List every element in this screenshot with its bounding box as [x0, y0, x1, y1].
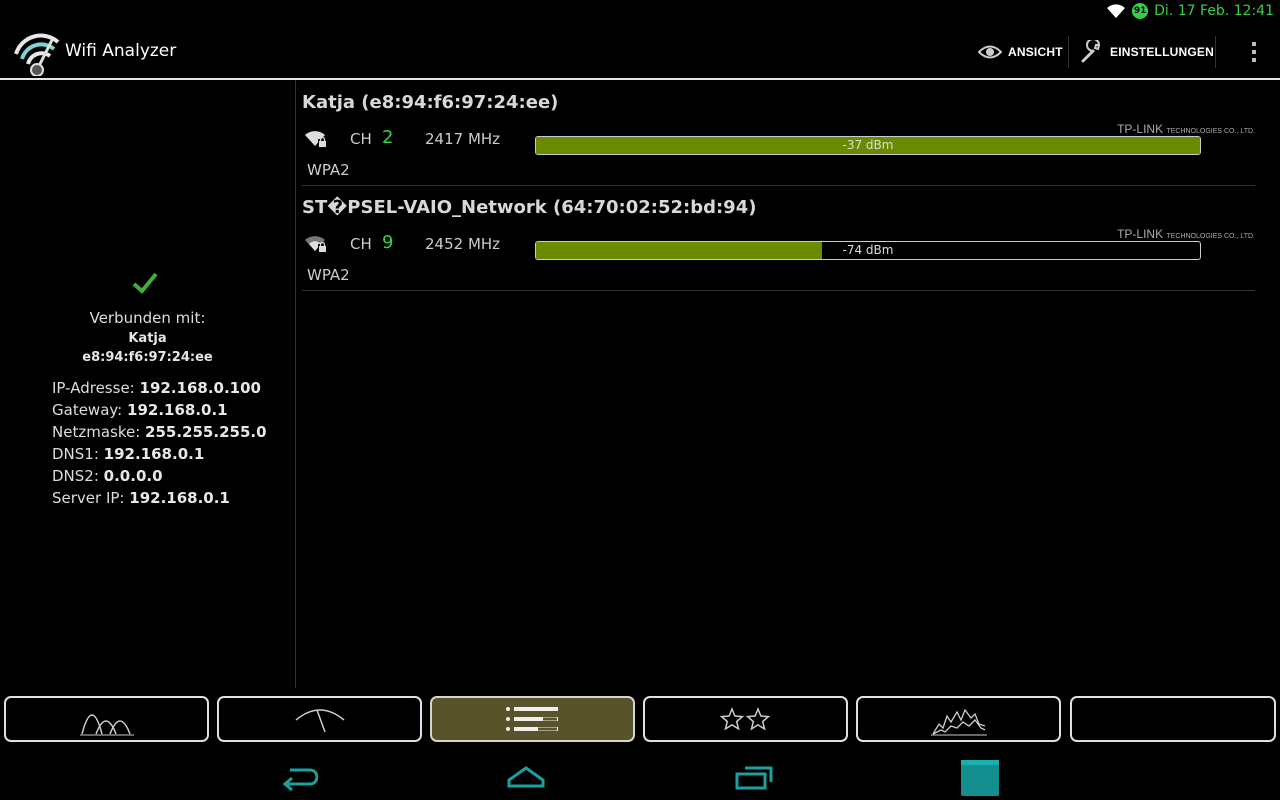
time-graph-icon — [930, 708, 987, 736]
network-title: ST�PSEL-VAIO_Network (64:70:02:52:bd:94) — [302, 197, 757, 218]
action-bar: Wifi Analyzer ANSICHT EINSTELLUNGEN — [0, 26, 1280, 80]
signal-strength-value: -37 dBm — [842, 138, 894, 152]
signal-strength-bar: -74 dBm — [535, 241, 1201, 260]
settings-label: EINSTELLUNGEN — [1110, 45, 1214, 59]
connected-label: Verbunden mit: — [89, 309, 206, 327]
signal-meter-icon — [295, 709, 344, 733]
tab-signal-meter[interactable] — [217, 696, 422, 742]
action-divider — [1215, 36, 1216, 68]
wifi-locked-icon — [305, 236, 327, 252]
dns1-row: DNS1: 192.168.0.1 — [52, 445, 205, 463]
connected-ssid: Katja — [128, 331, 167, 346]
app-title: Wifi Analyzer — [65, 41, 177, 61]
keyboard-switch-icon[interactable] — [960, 756, 1000, 796]
checkmark-icon — [132, 272, 158, 294]
network-title: Katja (e8:94:f6:97:24:ee) — [302, 92, 559, 113]
vendor-label: TP-LINK TECHNOLOGIES CO., LTD. — [1117, 122, 1255, 136]
server-ip-row: Server IP: 192.168.0.1 — [52, 489, 230, 507]
action-divider — [1068, 36, 1069, 68]
connection-info-panel: Verbunden mit: Katja e8:94:f6:97:24:ee I… — [0, 80, 296, 688]
overflow-menu-icon[interactable] — [1252, 42, 1258, 62]
back-icon[interactable] — [280, 762, 318, 792]
channel-rating-icon — [719, 707, 770, 731]
wifi-status-icon — [1107, 4, 1126, 18]
ip-address-row: IP-Adresse: 192.168.0.100 — [52, 379, 261, 397]
channel-value: 2 — [382, 127, 394, 148]
eye-icon — [978, 45, 1002, 59]
vendor-label: TP-LINK TECHNOLOGIES CO., LTD. — [1117, 227, 1255, 241]
tab-empty[interactable] — [1070, 696, 1276, 742]
security-type: WPA2 — [307, 266, 350, 284]
frequency: 2452 MHz — [425, 235, 501, 253]
status-clock: Di. 17 Feb. 12:41 — [1154, 3, 1274, 19]
channel-value: 9 — [382, 232, 394, 253]
channel-graph-icon — [79, 714, 134, 736]
view-tab-bar — [0, 694, 1280, 748]
gateway-row: Gateway: 192.168.0.1 — [52, 401, 228, 419]
channel-label: CH — [350, 130, 372, 148]
network-list-item[interactable]: Katja (e8:94:f6:97:24:ee) CH 2 2417 MHz … — [302, 81, 1255, 186]
dns2-row: DNS2: 0.0.0.0 — [52, 467, 163, 485]
signal-strength-bar: -37 dBm — [535, 136, 1201, 155]
network-list-item[interactable]: ST�PSEL-VAIO_Network (64:70:02:52:bd:94)… — [302, 186, 1255, 291]
view-label: ANSICHT — [1008, 45, 1063, 59]
home-icon[interactable] — [506, 762, 546, 792]
wrench-icon — [1081, 40, 1101, 63]
tab-time-graph[interactable] — [856, 696, 1061, 742]
tab-channel-rating[interactable] — [643, 696, 848, 742]
connected-bssid: e8:94:f6:97:24:ee — [82, 350, 213, 365]
frequency: 2417 MHz — [425, 130, 501, 148]
wifi-locked-icon — [305, 131, 327, 147]
signal-strength-value: -74 dBm — [842, 243, 894, 257]
tab-channel-graph[interactable] — [4, 696, 209, 742]
system-nav-bar — [0, 752, 1280, 800]
tab-ap-list[interactable] — [430, 696, 635, 742]
channel-label: CH — [350, 235, 372, 253]
wifi-analyzer-logo-icon — [14, 33, 60, 76]
ap-list-icon — [505, 707, 558, 731]
netmask-row: Netzmaske: 255.255.255.0 — [52, 423, 267, 441]
security-type: WPA2 — [307, 161, 350, 179]
recent-apps-icon[interactable] — [735, 762, 775, 792]
status-bar: 91 Di. 17 Feb. 12:41 — [0, 0, 1280, 25]
view-button[interactable]: ANSICHT — [978, 36, 1063, 68]
battery-icon: 91 — [1132, 3, 1149, 19]
settings-button[interactable]: EINSTELLUNGEN — [1080, 36, 1214, 68]
